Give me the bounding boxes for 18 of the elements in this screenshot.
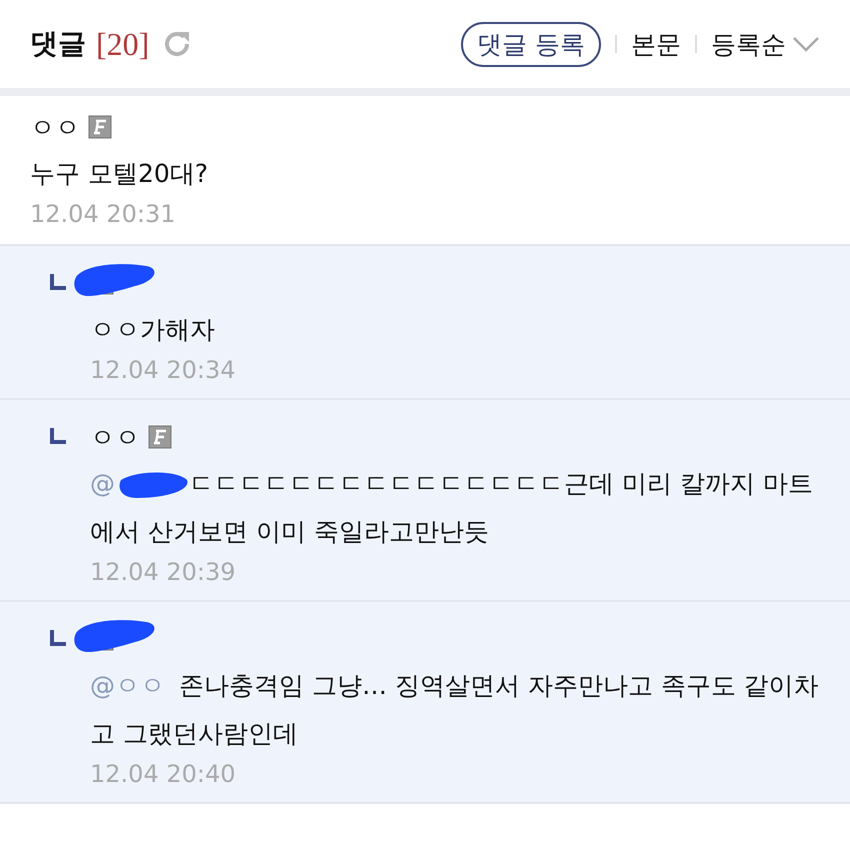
comment-time: 12.04 20:40 xyxy=(90,760,236,788)
nick-badge-icon xyxy=(88,115,112,139)
comment-text: ㅇㅇ가해자 xyxy=(90,314,216,346)
comment-time: 12.04 20:34 xyxy=(90,356,236,384)
comment-count: [20] xyxy=(96,26,150,62)
nick-badge-icon xyxy=(148,425,172,449)
comment-time: 12.04 20:39 xyxy=(90,558,236,586)
author-name: ㅇㅇ xyxy=(90,422,140,454)
comment-time: 12.04 20:31 xyxy=(30,200,176,228)
comment-text: 누구 모텔20대? xyxy=(30,158,210,190)
comment-text: @ ㄷㄷㄷㄷㄷㄷㄷㄷㄷㄷㄷㄷㄷㄷㄷ근데 미리 칼까지 마트에서 산거보면 이미 죽일라고만난듯 xyxy=(90,468,814,548)
comments-title: 댓글 xyxy=(30,26,86,62)
article-link[interactable]: 본문 xyxy=(631,28,681,60)
sort-dropdown[interactable]: 등록순 xyxy=(711,28,820,60)
author-name: ㅇㅇ xyxy=(30,112,80,144)
write-comment-button[interactable]: 댓글 등록 xyxy=(461,22,601,66)
comment-text: @ㅇㅇ 존나충격임 그냥… 징역살면서 자주만나고 족구도 같이차고 그랬던사람인데 xyxy=(90,670,820,750)
chevron-down-icon xyxy=(792,35,820,53)
